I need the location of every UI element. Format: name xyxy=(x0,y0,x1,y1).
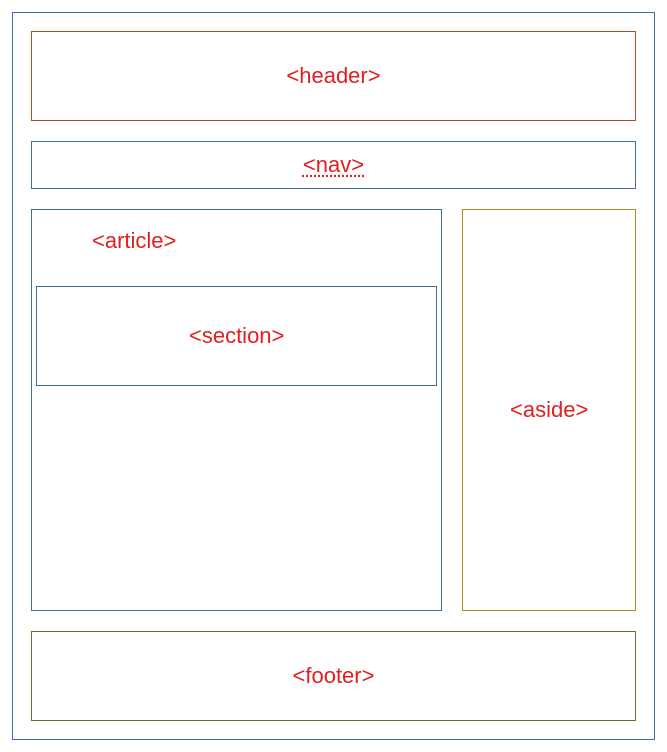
footer-box: <footer> xyxy=(31,631,636,721)
section-label: <section> xyxy=(189,323,284,349)
header-box: <header> xyxy=(31,31,636,121)
nav-label: <nav> xyxy=(303,152,364,178)
article-label: <article> xyxy=(92,228,176,254)
body-container: <header> <nav> <article> <section> <asid… xyxy=(12,12,655,740)
article-box: <article> <section> xyxy=(31,209,442,611)
header-label: <header> xyxy=(286,63,380,89)
footer-label: <footer> xyxy=(293,663,375,689)
nav-box: <nav> xyxy=(31,141,636,189)
aside-label: <aside> xyxy=(510,397,588,423)
middle-row: <article> <section> <aside> xyxy=(31,209,636,611)
aside-box: <aside> xyxy=(462,209,636,611)
section-box: <section> xyxy=(36,286,437,386)
